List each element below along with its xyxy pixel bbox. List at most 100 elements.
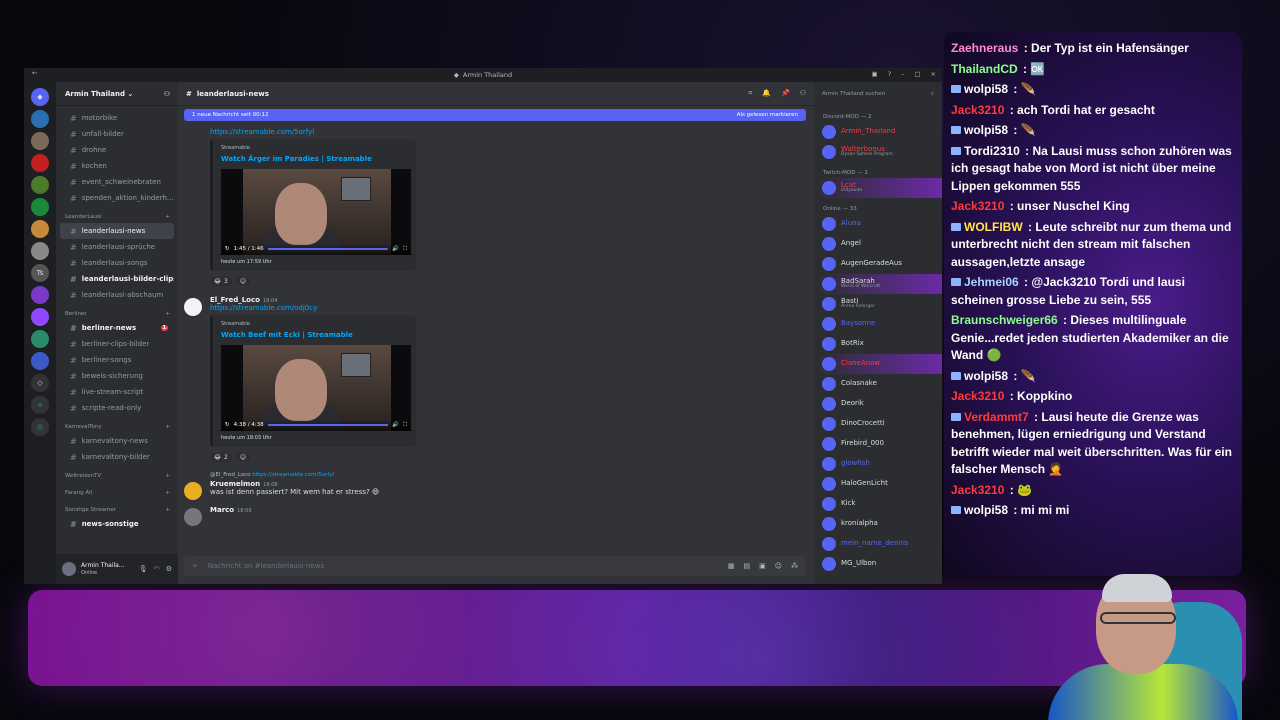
channel-category[interactable]: Farang Ali + <box>56 482 178 499</box>
apps-icon[interactable]: ⁂ <box>791 562 798 570</box>
message-composer[interactable]: + Nachricht an #leanderlausi-news ▦ ▤ ▣ … <box>184 556 806 576</box>
channel-item[interactable]: # karnevaltony-news <box>60 433 174 449</box>
discord-home-icon[interactable]: ◆ <box>31 88 49 106</box>
channel-item[interactable]: # leanderlausi-bilder-clips <box>60 271 174 287</box>
settings-gear-icon[interactable]: ⚙ <box>166 565 172 573</box>
minimize-icon[interactable]: – <box>901 70 904 78</box>
channel-item[interactable]: # unfall-bilder <box>60 126 174 142</box>
bell-icon[interactable]: 🔔 <box>762 89 771 98</box>
channel-item[interactable]: # kochen <box>60 158 174 174</box>
avatar[interactable] <box>184 508 202 526</box>
server-icon[interactable] <box>31 330 49 348</box>
avatar[interactable] <box>184 482 202 500</box>
video-player[interactable]: ↻ 4:38 / 4:38 🔊 ⛶ <box>221 345 411 431</box>
server-icon[interactable] <box>31 154 49 172</box>
member-item[interactable]: DinoCrocetti <box>814 414 942 434</box>
member-item[interactable]: Baysonne <box>814 314 942 334</box>
close-icon[interactable]: × <box>931 70 936 78</box>
member-item[interactable]: MG_Ulbon <box>814 554 942 574</box>
server-icon[interactable] <box>31 220 49 238</box>
headset-icon[interactable]: ◠ <box>154 565 160 573</box>
channel-item[interactable]: # karnevaltony-bilder <box>60 449 174 465</box>
maximize-icon[interactable]: □ <box>914 70 920 78</box>
server-icon[interactable] <box>31 352 49 370</box>
server-icon[interactable] <box>31 110 49 128</box>
member-item[interactable]: Armin_Thailand <box>814 122 942 142</box>
channel-category[interactable]: KarnevalTony + <box>56 416 178 433</box>
add-channel-icon[interactable]: + <box>165 507 170 513</box>
threads-icon[interactable]: ⌗ <box>748 89 752 98</box>
channel-category[interactable]: Berliner + <box>56 303 178 320</box>
channel-item[interactable]: # leanderlausi-songs <box>60 255 174 271</box>
reaction-laugh[interactable]: 😂 3 <box>210 277 232 286</box>
add-attachment-icon[interactable]: + <box>192 562 198 570</box>
server-icon[interactable] <box>31 242 49 260</box>
member-item[interactable]: Walterbonus Dyson Sphere Program <box>814 142 942 162</box>
members-icon[interactable]: ⚇ <box>800 89 806 98</box>
server-icon[interactable]: Ts <box>31 264 49 282</box>
gift-icon[interactable]: ▦ <box>728 562 735 570</box>
message-link[interactable]: https://streamable.com/odj0cy <box>210 304 317 312</box>
add-channel-icon[interactable]: + <box>165 473 170 479</box>
channel-item[interactable]: # leanderlausi-news <box>60 223 174 239</box>
channel-item[interactable]: # berliner-news 1 <box>60 320 174 336</box>
sticker-icon[interactable]: ▣ <box>759 562 766 570</box>
message-link[interactable]: https://streamable.com/5orfyl <box>210 128 314 136</box>
server-icon[interactable] <box>31 132 49 150</box>
add-channel-icon[interactable]: + <box>165 424 170 430</box>
new-messages-bar[interactable]: 1 neue Nachricht seit 00:12 Als gelesen … <box>184 109 806 121</box>
embed-title[interactable]: Watch Ärger im Paradies | Streamable <box>221 155 408 163</box>
back-arrow-icon[interactable]: ← <box>32 69 37 77</box>
avatar[interactable] <box>184 298 202 316</box>
member-item[interactable]: Kick <box>814 494 942 514</box>
channel-item[interactable]: # live-stream-script <box>60 384 174 400</box>
channel-item[interactable]: # berliner-songs <box>60 352 174 368</box>
inbox-icon[interactable]: ▣ <box>872 70 878 78</box>
channel-item[interactable]: # berliner-clips-bilder <box>60 336 174 352</box>
channel-category[interactable]: Sonstige Streamer + <box>56 499 178 516</box>
channel-item[interactable]: # motorbike <box>60 110 174 126</box>
twitch-icon[interactable] <box>31 308 49 326</box>
member-item[interactable]: HaloGenLicht <box>814 474 942 494</box>
member-item[interactable]: kronialpha <box>814 514 942 534</box>
member-item[interactable]: Angel <box>814 234 942 254</box>
channel-category[interactable]: WeltreisenTV + <box>56 465 178 482</box>
channel-item[interactable]: # beweis-sicherung <box>60 368 174 384</box>
channel-item[interactable]: # drohne <box>60 142 174 158</box>
channel-item[interactable]: # spenden_aktion_kinderh... <box>60 190 174 206</box>
server-icon[interactable] <box>31 286 49 304</box>
member-item[interactable]: Basti Arena Reforger <box>814 294 942 314</box>
avatar[interactable] <box>62 562 76 576</box>
video-progress[interactable] <box>267 248 389 250</box>
video-player[interactable]: ↻ 1:45 / 1:46 🔊 ⛶ <box>221 169 411 255</box>
server-icon[interactable] <box>31 176 49 194</box>
emoji-icon[interactable]: ☺ <box>775 562 782 570</box>
reaction-laugh[interactable]: 😂 2 <box>210 453 232 462</box>
mark-read-button[interactable]: Als gelesen markieren <box>737 112 798 118</box>
volume-icon[interactable]: 🔊 <box>392 422 399 428</box>
message-author[interactable]: Marco <box>210 506 234 514</box>
channel-item[interactable]: # news-sonstige <box>60 516 174 532</box>
member-search[interactable]: Armin Thailand suchen ⌕ <box>814 82 942 106</box>
add-channel-icon[interactable]: + <box>165 490 170 496</box>
guild-header[interactable]: Armin Thailand ⌄ ⚇ <box>56 82 178 106</box>
member-item[interactable]: BotRix <box>814 334 942 354</box>
channel-item[interactable]: # event_schweinebraten <box>60 174 174 190</box>
server-icon[interactable] <box>31 198 49 216</box>
channel-item[interactable]: # leanderlausi-abschaum <box>60 287 174 303</box>
channel-category[interactable]: LeanderLausi + <box>56 206 178 223</box>
message-author[interactable]: El_Fred_Loco <box>210 296 260 304</box>
server-icon[interactable]: ◇ <box>31 374 49 392</box>
gif-icon[interactable]: ▤ <box>743 562 750 570</box>
add-member-icon[interactable]: ⚇ <box>164 90 170 98</box>
member-item[interactable]: Aluna <box>814 214 942 234</box>
reply-reference[interactable]: @El_Fred_Loco https://streamable.com/5or… <box>178 472 814 478</box>
member-item[interactable]: Colasnake <box>814 374 942 394</box>
member-item[interactable]: AugenGeradeAus <box>814 254 942 274</box>
member-item[interactable]: ClaneAnow <box>814 354 942 374</box>
member-item[interactable]: Firebird_000 <box>814 434 942 454</box>
pin-icon[interactable]: 📌 <box>781 89 790 98</box>
channel-item[interactable]: # scripte-read-only <box>60 400 174 416</box>
explore-icon[interactable]: ◎ <box>31 418 49 436</box>
add-channel-icon[interactable]: + <box>165 311 170 317</box>
